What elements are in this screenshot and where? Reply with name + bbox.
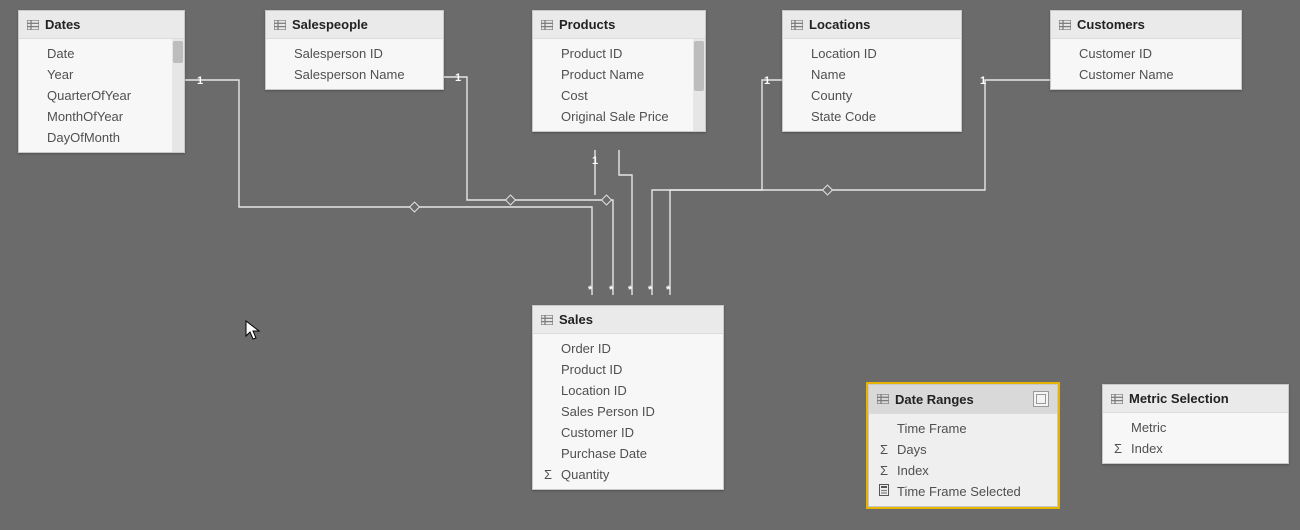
- field-row[interactable]: Salesperson Name: [266, 64, 443, 85]
- svg-text:*: *: [588, 284, 593, 296]
- table-header[interactable]: Date Ranges: [869, 385, 1057, 414]
- field-row[interactable]: Original Sale Price: [533, 106, 705, 127]
- table-products[interactable]: Products Product ID Product Name Cost Or…: [532, 10, 706, 132]
- table-sales[interactable]: Sales Order ID Product ID Location ID Sa…: [532, 305, 724, 490]
- field-row[interactable]: Salesperson ID: [266, 43, 443, 64]
- sigma-icon: Σ: [1111, 441, 1125, 456]
- field-row[interactable]: Name: [783, 64, 961, 85]
- scrollbar[interactable]: [693, 39, 705, 131]
- svg-text:*: *: [609, 284, 614, 296]
- table-header[interactable]: Metric Selection: [1103, 385, 1288, 413]
- field-list: Salesperson ID Salesperson Name: [266, 39, 443, 89]
- svg-text:1: 1: [764, 75, 770, 87]
- table-title: Metric Selection: [1129, 391, 1229, 406]
- table-icon: [27, 20, 39, 30]
- table-icon: [541, 315, 553, 325]
- field-row[interactable]: MonthOfYear: [19, 106, 184, 127]
- table-metric-selection[interactable]: Metric Selection Metric ΣIndex: [1102, 384, 1289, 464]
- table-title: Products: [559, 17, 615, 32]
- table-title: Date Ranges: [895, 392, 974, 407]
- table-icon: [274, 20, 286, 30]
- svg-text:*: *: [666, 284, 671, 296]
- table-header[interactable]: Sales: [533, 306, 723, 334]
- field-row[interactable]: Location ID: [783, 43, 961, 64]
- svg-text:*: *: [628, 284, 633, 296]
- field-row[interactable]: Customer Name: [1051, 64, 1241, 85]
- field-row[interactable]: ΣIndex: [869, 460, 1057, 481]
- table-icon: [791, 20, 803, 30]
- scrollbar[interactable]: [172, 39, 184, 152]
- field-list: Order ID Product ID Location ID Sales Pe…: [533, 334, 723, 489]
- table-header[interactable]: Salespeople: [266, 11, 443, 39]
- field-list: Time Frame ΣDays ΣIndex Time Frame Selec…: [869, 414, 1057, 506]
- field-list: Location ID Name County State Code: [783, 39, 961, 131]
- field-row[interactable]: Product Name: [533, 64, 705, 85]
- table-title: Salespeople: [292, 17, 368, 32]
- field-row[interactable]: State Code: [783, 106, 961, 127]
- field-row[interactable]: ΣDays: [869, 439, 1057, 460]
- sigma-icon: Σ: [877, 463, 891, 478]
- field-row[interactable]: ΣQuantity: [533, 464, 723, 485]
- table-header[interactable]: Products: [533, 11, 705, 39]
- svg-text:1: 1: [455, 72, 461, 84]
- table-header[interactable]: Customers: [1051, 11, 1241, 39]
- field-row[interactable]: Time Frame Selected: [869, 481, 1057, 502]
- mouse-cursor-icon: [245, 320, 263, 342]
- sigma-icon: Σ: [541, 467, 555, 482]
- field-row[interactable]: Date: [19, 43, 184, 64]
- table-date-ranges[interactable]: Date Ranges Time Frame ΣDays ΣIndex Time…: [868, 384, 1058, 507]
- field-list: Date Year QuarterOfYear MonthOfYear DayO…: [19, 39, 184, 152]
- table-title: Sales: [559, 312, 593, 327]
- svg-text:1: 1: [980, 75, 986, 87]
- field-row[interactable]: Time Frame: [869, 418, 1057, 439]
- field-row[interactable]: Cost: [533, 85, 705, 106]
- table-options-button[interactable]: [1033, 391, 1049, 407]
- svg-text:1: 1: [592, 155, 598, 167]
- field-row[interactable]: DayOfMonth: [19, 127, 184, 148]
- table-dates[interactable]: Dates Date Year QuarterOfYear MonthOfYea…: [18, 10, 185, 153]
- field-row[interactable]: Product ID: [533, 359, 723, 380]
- field-row[interactable]: Order ID: [533, 338, 723, 359]
- field-row[interactable]: QuarterOfYear: [19, 85, 184, 106]
- field-row[interactable]: Metric: [1103, 417, 1288, 438]
- table-title: Dates: [45, 17, 80, 32]
- field-row[interactable]: Year: [19, 64, 184, 85]
- field-row[interactable]: Product ID: [533, 43, 705, 64]
- field-list: Product ID Product Name Cost Original Sa…: [533, 39, 705, 131]
- field-row[interactable]: Purchase Date: [533, 443, 723, 464]
- table-title: Customers: [1077, 17, 1145, 32]
- table-title: Locations: [809, 17, 870, 32]
- field-row[interactable]: Customer ID: [1051, 43, 1241, 64]
- field-list: Customer ID Customer Name: [1051, 39, 1241, 89]
- table-icon: [541, 20, 553, 30]
- field-row[interactable]: ΣIndex: [1103, 438, 1288, 459]
- field-row[interactable]: County: [783, 85, 961, 106]
- field-list: Metric ΣIndex: [1103, 413, 1288, 463]
- table-header[interactable]: Dates: [19, 11, 184, 39]
- table-locations[interactable]: Locations Location ID Name County State …: [782, 10, 962, 132]
- field-row[interactable]: Location ID: [533, 380, 723, 401]
- table-header[interactable]: Locations: [783, 11, 961, 39]
- field-row[interactable]: Customer ID: [533, 422, 723, 443]
- table-salespeople[interactable]: Salespeople Salesperson ID Salesperson N…: [265, 10, 444, 90]
- sigma-icon: Σ: [877, 442, 891, 457]
- calculator-icon: [877, 484, 891, 499]
- table-icon: [1059, 20, 1071, 30]
- table-customers[interactable]: Customers Customer ID Customer Name: [1050, 10, 1242, 90]
- svg-text:*: *: [648, 284, 653, 296]
- table-icon: [1111, 394, 1123, 404]
- table-icon: [877, 394, 889, 404]
- field-row[interactable]: Sales Person ID: [533, 401, 723, 422]
- svg-text:1: 1: [197, 75, 203, 87]
